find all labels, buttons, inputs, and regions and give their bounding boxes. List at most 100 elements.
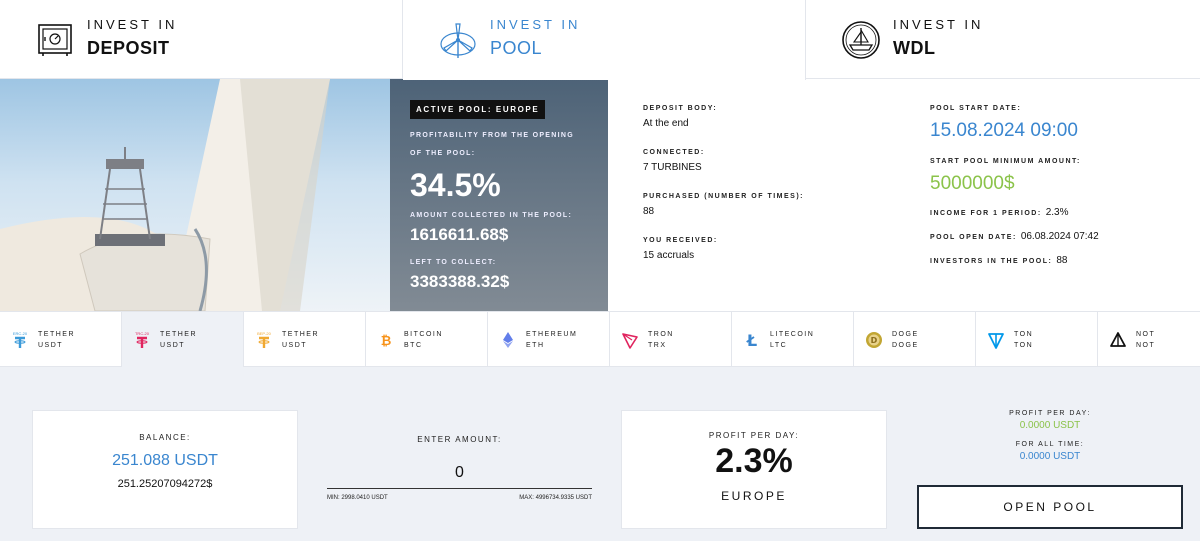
investors-label: INVESTORS IN THE POOL: <box>930 258 1053 265</box>
bitcoin-icon: ₿ <box>381 334 392 349</box>
litecoin-icon: Ł <box>746 331 757 350</box>
deposit-body-label: DEPOSIT BODY: <box>643 105 718 112</box>
balance-label: BALANCE: <box>139 433 191 442</box>
coin-ticker: USDT <box>282 341 308 349</box>
tab-deposit-prefix: INVEST IN <box>87 16 178 32</box>
tab-wdl-prefix: INVEST IN <box>893 16 984 32</box>
coin-ticker: NOT <box>1136 341 1156 349</box>
coin-ton[interactable]: TON TON <box>976 312 1098 367</box>
coin-ticker: ETH <box>526 341 545 349</box>
balance-usd: 251.25207094272$ <box>117 478 213 490</box>
svg-text:D: D <box>871 336 878 345</box>
coin-ticker: TON <box>1014 341 1034 349</box>
coin-name: TRON <box>648 330 674 338</box>
active-pool-badge: ACTIVE POOL: EUROPE <box>410 100 546 119</box>
open-date-label: POOL OPEN DATE: <box>930 234 1017 241</box>
tether-bep20-icon: BEP-20 <box>257 331 272 348</box>
purchased-value: 88 <box>643 206 655 217</box>
income-label: INCOME FOR 1 PERIOD: <box>930 210 1042 217</box>
amount-entry: ENTER AMOUNT: MIN: 2998.0410 USDT MAX: 4… <box>327 435 592 505</box>
left-to-collect-label: LEFT TO COLLECT: <box>410 259 497 266</box>
coin-name: BITCOIN <box>404 330 443 338</box>
collected-value: 1616611.68$ <box>410 225 509 244</box>
coin-name: ETHEREUM <box>526 330 578 338</box>
safe-icon <box>38 23 72 56</box>
coin-tether-erc20[interactable]: ERC-20 TETHER USDT <box>0 312 122 367</box>
tether-erc20-icon: ERC-20 <box>13 331 28 348</box>
income-row: INCOME FOR 1 PERIOD: 2.3% <box>930 207 1099 218</box>
profit-per-day-label: PROFIT PER DAY: <box>1009 410 1091 417</box>
min-amount-label: START POOL MINIMUM AMOUNT: <box>930 158 1081 165</box>
ship-icon <box>842 20 880 59</box>
connected-label: CONNECTED: <box>643 149 705 156</box>
coin-ticker: USDT <box>38 341 64 349</box>
tab-pool-label: POOL <box>490 38 543 58</box>
min-amount-value: 5000000$ <box>930 173 1015 194</box>
profitability-value: 34.5% <box>410 167 501 203</box>
coin-notcoin[interactable]: NOT NOT <box>1098 312 1200 367</box>
coin-ethereum[interactable]: ETHEREUM ETH <box>488 312 610 367</box>
coin-ticker: USDT <box>160 341 186 349</box>
received-value: 15 accruals <box>643 250 695 261</box>
profit-card: PROFIT PER DAY: 2.3% EUROPE <box>621 410 887 529</box>
tab-wdl-label: WDL <box>893 37 936 58</box>
tab-pool[interactable]: INVEST IN POOL <box>403 0 806 80</box>
tab-deposit[interactable]: INVEST IN DEPOSIT <box>0 0 403 79</box>
pool-info-panel: DEPOSIT BODY: At the end CONNECTED: 7 TU… <box>608 79 1200 311</box>
coin-name: NOT <box>1136 330 1156 338</box>
coin-name: LITECOIN <box>770 330 815 338</box>
coin-ticker: BTC <box>404 341 423 349</box>
tether-bep20-network: BEP-20 <box>257 331 272 336</box>
pool-info-left: DEPOSIT BODY: At the end CONNECTED: 7 TU… <box>643 105 804 281</box>
collected-label: AMOUNT COLLECTED IN THE POOL: <box>410 212 573 219</box>
coin-bitcoin[interactable]: ₿ BITCOIN BTC <box>366 312 488 367</box>
tether-trc20-network: TRC-20 <box>135 331 150 336</box>
coin-tron[interactable]: TRON TRX <box>610 312 732 367</box>
profit-value: 2.3% <box>715 442 793 480</box>
tab-deposit-label: DEPOSIT <box>87 37 170 58</box>
coin-ticker: DOGE <box>892 341 919 349</box>
coin-doge[interactable]: D DOGE DOGE <box>854 312 976 367</box>
earnings-stats: PROFIT PER DAY: 0.0000 USDT FOR ALL TIME… <box>917 410 1183 462</box>
tab-pool-prefix: INVEST IN <box>490 17 581 32</box>
coin-name: TETHER <box>282 330 319 338</box>
coin-ticker: TRX <box>648 341 667 349</box>
tron-icon <box>622 332 638 349</box>
pool-summary-panel: ACTIVE POOL: EUROPE PROFITABILITY FROM T… <box>390 79 608 311</box>
tether-erc20-network: ERC-20 <box>13 331 28 336</box>
ton-icon <box>988 332 1004 349</box>
notcoin-icon <box>1110 331 1126 347</box>
amount-input[interactable] <box>327 457 592 489</box>
coin-litecoin[interactable]: Ł LITECOIN LTC <box>732 312 854 367</box>
received-label: YOU RECEIVED: <box>643 237 718 244</box>
investors-row: INVESTORS IN THE POOL: 88 <box>930 255 1099 266</box>
tether-trc20-icon: TRC-20 <box>135 331 150 348</box>
profit-per-day-value: 0.0000 USDT <box>1019 420 1081 431</box>
start-date-label: POOL START DATE: <box>930 105 1022 112</box>
coin-tether-trc20[interactable]: TRC-20 TETHER USDT <box>122 312 244 367</box>
doge-icon: D <box>866 331 882 348</box>
profit-region: EUROPE <box>721 489 787 503</box>
profitability-label: PROFITABILITY FROM THE OPENING OF THE PO… <box>410 132 574 157</box>
start-date-value: 15.08.2024 09:00 <box>930 120 1078 141</box>
pool-info-right: POOL START DATE: 15.08.2024 09:00 START … <box>930 105 1099 279</box>
coin-name: TETHER <box>160 330 197 338</box>
purchased-label: PURCHASED (NUMBER OF TIMES): <box>643 193 804 200</box>
coin-name: DOGE <box>892 330 919 338</box>
ethereum-icon <box>503 331 513 348</box>
all-time-value: 0.0000 USDT <box>1019 451 1081 462</box>
coin-tether-bep20[interactable]: BEP-20 TETHER USDT <box>244 312 366 367</box>
balance-usdt: 251.088 USDT <box>112 452 218 469</box>
balance-card: BALANCE: 251.088 USDT 251.25207094272$ <box>32 410 298 529</box>
amount-max: MAX: 4996734.9335 USDT <box>519 495 592 501</box>
income-value: 2.3% <box>1045 207 1069 218</box>
svg-text:₿: ₿ <box>381 334 392 349</box>
pool-hero: ACTIVE POOL: EUROPE PROFITABILITY FROM T… <box>0 79 608 311</box>
page: INVEST IN DEPOSIT INVEST IN POOL INVEST … <box>0 0 1200 541</box>
tab-wdl[interactable]: INVEST IN WDL <box>806 0 1200 79</box>
left-to-collect-value: 3383388.32$ <box>410 272 510 291</box>
deposit-body-value: At the end <box>643 118 689 129</box>
open-pool-button[interactable]: OPEN POOL <box>917 485 1183 529</box>
coin-name: TETHER <box>38 330 75 338</box>
wind-turbine-icon <box>440 23 476 58</box>
